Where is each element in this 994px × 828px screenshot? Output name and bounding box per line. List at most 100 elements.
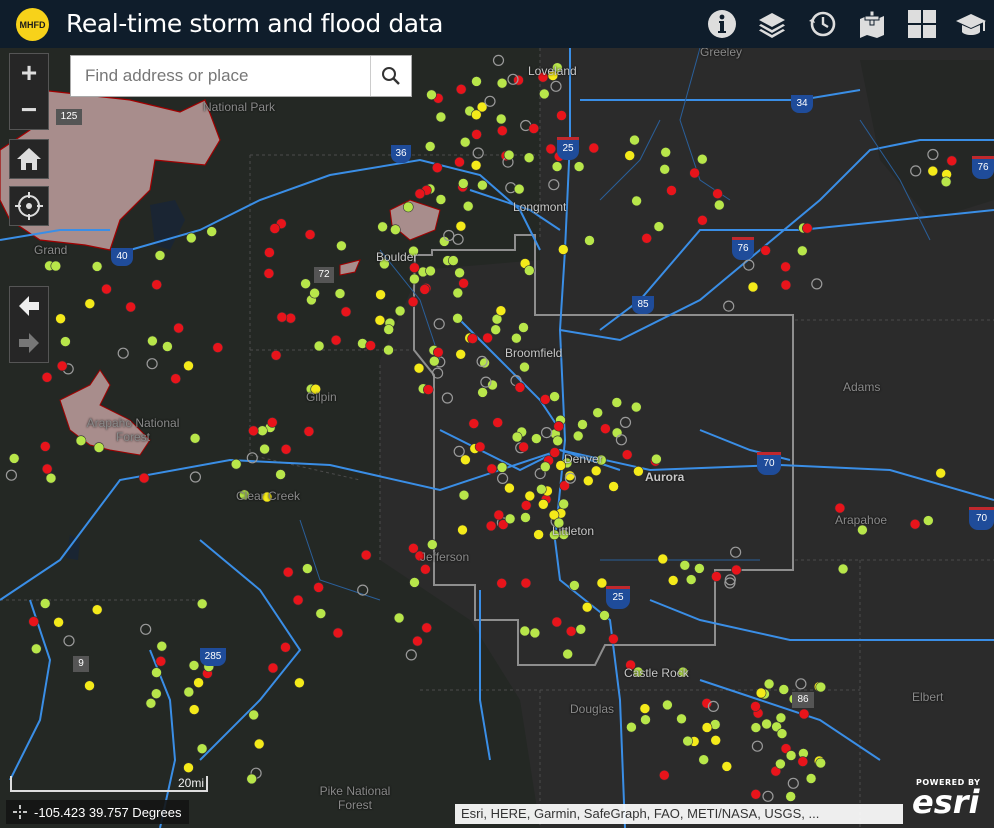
station-marker-red[interactable] bbox=[780, 261, 791, 273]
station-marker-green[interactable] bbox=[572, 430, 584, 442]
station-marker-green[interactable] bbox=[458, 489, 470, 501]
station-marker-green[interactable] bbox=[529, 627, 541, 639]
station-marker-green[interactable] bbox=[246, 773, 257, 785]
esri-logo[interactable]: POWERED BY esri bbox=[908, 778, 992, 822]
station-marker-green[interactable] bbox=[313, 340, 325, 352]
station-marker-red[interactable] bbox=[689, 167, 700, 179]
station-marker-red[interactable] bbox=[285, 312, 297, 324]
station-marker-red[interactable] bbox=[641, 233, 653, 244]
station-marker-red[interactable] bbox=[712, 188, 723, 199]
station-marker-green[interactable] bbox=[551, 161, 563, 172]
station-marker-gray[interactable] bbox=[723, 300, 735, 312]
station-marker-gray[interactable] bbox=[63, 635, 75, 647]
station-marker-green[interactable] bbox=[775, 758, 786, 770]
station-marker-green[interactable] bbox=[259, 443, 270, 455]
station-marker-yellow[interactable] bbox=[667, 575, 679, 586]
station-marker-yellow[interactable] bbox=[253, 738, 265, 750]
station-marker-green[interactable] bbox=[763, 678, 775, 690]
station-marker-yellow[interactable] bbox=[375, 289, 386, 301]
station-marker-green[interactable] bbox=[538, 88, 550, 100]
station-marker-red[interactable] bbox=[431, 162, 443, 173]
station-marker-gray[interactable] bbox=[432, 367, 444, 379]
station-marker-red[interactable] bbox=[468, 418, 480, 429]
station-marker-green[interactable] bbox=[815, 681, 827, 693]
station-marker-yellow[interactable] bbox=[84, 680, 95, 692]
station-marker-green[interactable] bbox=[837, 563, 849, 575]
station-marker-green[interactable] bbox=[653, 221, 665, 232]
station-marker-green[interactable] bbox=[660, 147, 672, 158]
station-marker-green[interactable] bbox=[796, 245, 808, 257]
station-marker-yellow[interactable] bbox=[710, 734, 722, 746]
station-marker-red[interactable] bbox=[514, 382, 526, 393]
station-marker-yellow[interactable] bbox=[183, 360, 194, 372]
station-marker-yellow[interactable] bbox=[590, 465, 602, 477]
station-marker-red[interactable] bbox=[313, 582, 324, 593]
station-marker-gray[interactable] bbox=[550, 80, 562, 92]
station-marker-green[interactable] bbox=[30, 643, 42, 655]
station-marker-red[interactable] bbox=[264, 247, 275, 258]
station-marker-green[interactable] bbox=[145, 697, 157, 709]
station-marker-red[interactable] bbox=[409, 262, 420, 274]
station-marker-red[interactable] bbox=[56, 360, 68, 372]
station-marker-gray[interactable] bbox=[405, 649, 417, 661]
station-marker-green[interactable] bbox=[611, 397, 623, 408]
station-marker-yellow[interactable] bbox=[84, 298, 96, 310]
station-marker-red[interactable] bbox=[432, 346, 444, 358]
station-marker-red[interactable] bbox=[421, 622, 433, 634]
station-marker-yellow[interactable] bbox=[537, 498, 549, 510]
station-marker-gray[interactable] bbox=[189, 471, 201, 483]
station-marker-green[interactable] bbox=[549, 391, 560, 402]
station-marker-yellow[interactable] bbox=[374, 314, 386, 326]
station-marker-red[interactable] bbox=[266, 417, 278, 428]
station-marker-red[interactable] bbox=[549, 447, 561, 458]
station-marker-green[interactable] bbox=[394, 305, 406, 317]
station-marker-green[interactable] bbox=[761, 718, 772, 730]
station-marker-yellow[interactable] bbox=[935, 467, 947, 479]
station-marker-green[interactable] bbox=[523, 265, 535, 276]
station-marker-yellow[interactable] bbox=[533, 529, 544, 540]
station-marker-gray[interactable] bbox=[433, 318, 445, 330]
station-marker-green[interactable] bbox=[513, 183, 525, 195]
station-marker-green[interactable] bbox=[309, 287, 320, 299]
station-marker-green[interactable] bbox=[315, 608, 327, 619]
station-marker-yellow[interactable] bbox=[657, 553, 669, 565]
station-marker-green[interactable] bbox=[562, 648, 574, 660]
station-marker-red[interactable] bbox=[270, 349, 282, 361]
station-marker-red[interactable] bbox=[212, 342, 224, 353]
station-marker-green[interactable] bbox=[8, 453, 20, 464]
station-marker-red[interactable] bbox=[303, 426, 315, 437]
station-marker-green[interactable] bbox=[457, 178, 469, 189]
about-button[interactable] bbox=[946, 0, 994, 48]
station-marker-green[interactable] bbox=[275, 469, 286, 480]
station-marker-gray[interactable] bbox=[729, 546, 742, 558]
station-marker-yellow[interactable] bbox=[747, 281, 759, 293]
station-marker-green[interactable] bbox=[503, 149, 515, 161]
station-marker-red[interactable] bbox=[269, 223, 281, 234]
station-marker-green[interactable] bbox=[575, 623, 587, 635]
station-marker-green[interactable] bbox=[640, 714, 651, 726]
station-marker-yellow[interactable] bbox=[927, 165, 939, 177]
station-marker-red[interactable] bbox=[41, 463, 53, 475]
station-marker-red[interactable] bbox=[486, 463, 498, 475]
station-marker-green[interactable] bbox=[685, 574, 697, 585]
station-marker-green[interactable] bbox=[523, 152, 535, 163]
station-marker-red[interactable] bbox=[340, 306, 352, 318]
station-marker-gray[interactable] bbox=[497, 472, 509, 484]
station-marker-green[interactable] bbox=[206, 226, 217, 237]
station-marker-green[interactable] bbox=[696, 153, 708, 165]
station-marker-red[interactable] bbox=[267, 662, 279, 674]
station-marker-green[interactable] bbox=[393, 612, 405, 624]
station-marker-yellow[interactable] bbox=[582, 475, 594, 487]
station-marker-green[interactable] bbox=[750, 722, 762, 733]
station-marker-red[interactable] bbox=[946, 155, 958, 167]
station-marker-green[interactable] bbox=[659, 164, 671, 175]
station-marker-red[interactable] bbox=[474, 441, 486, 453]
station-marker-green[interactable] bbox=[592, 407, 604, 419]
station-marker-green[interactable] bbox=[477, 179, 488, 191]
station-marker-green[interactable] bbox=[536, 483, 547, 495]
station-marker-red[interactable] bbox=[280, 443, 292, 455]
station-marker-green[interactable] bbox=[336, 240, 347, 252]
station-marker-red[interactable] bbox=[28, 616, 40, 627]
station-marker-green[interactable] bbox=[402, 201, 414, 213]
station-marker-red[interactable] bbox=[125, 301, 136, 313]
